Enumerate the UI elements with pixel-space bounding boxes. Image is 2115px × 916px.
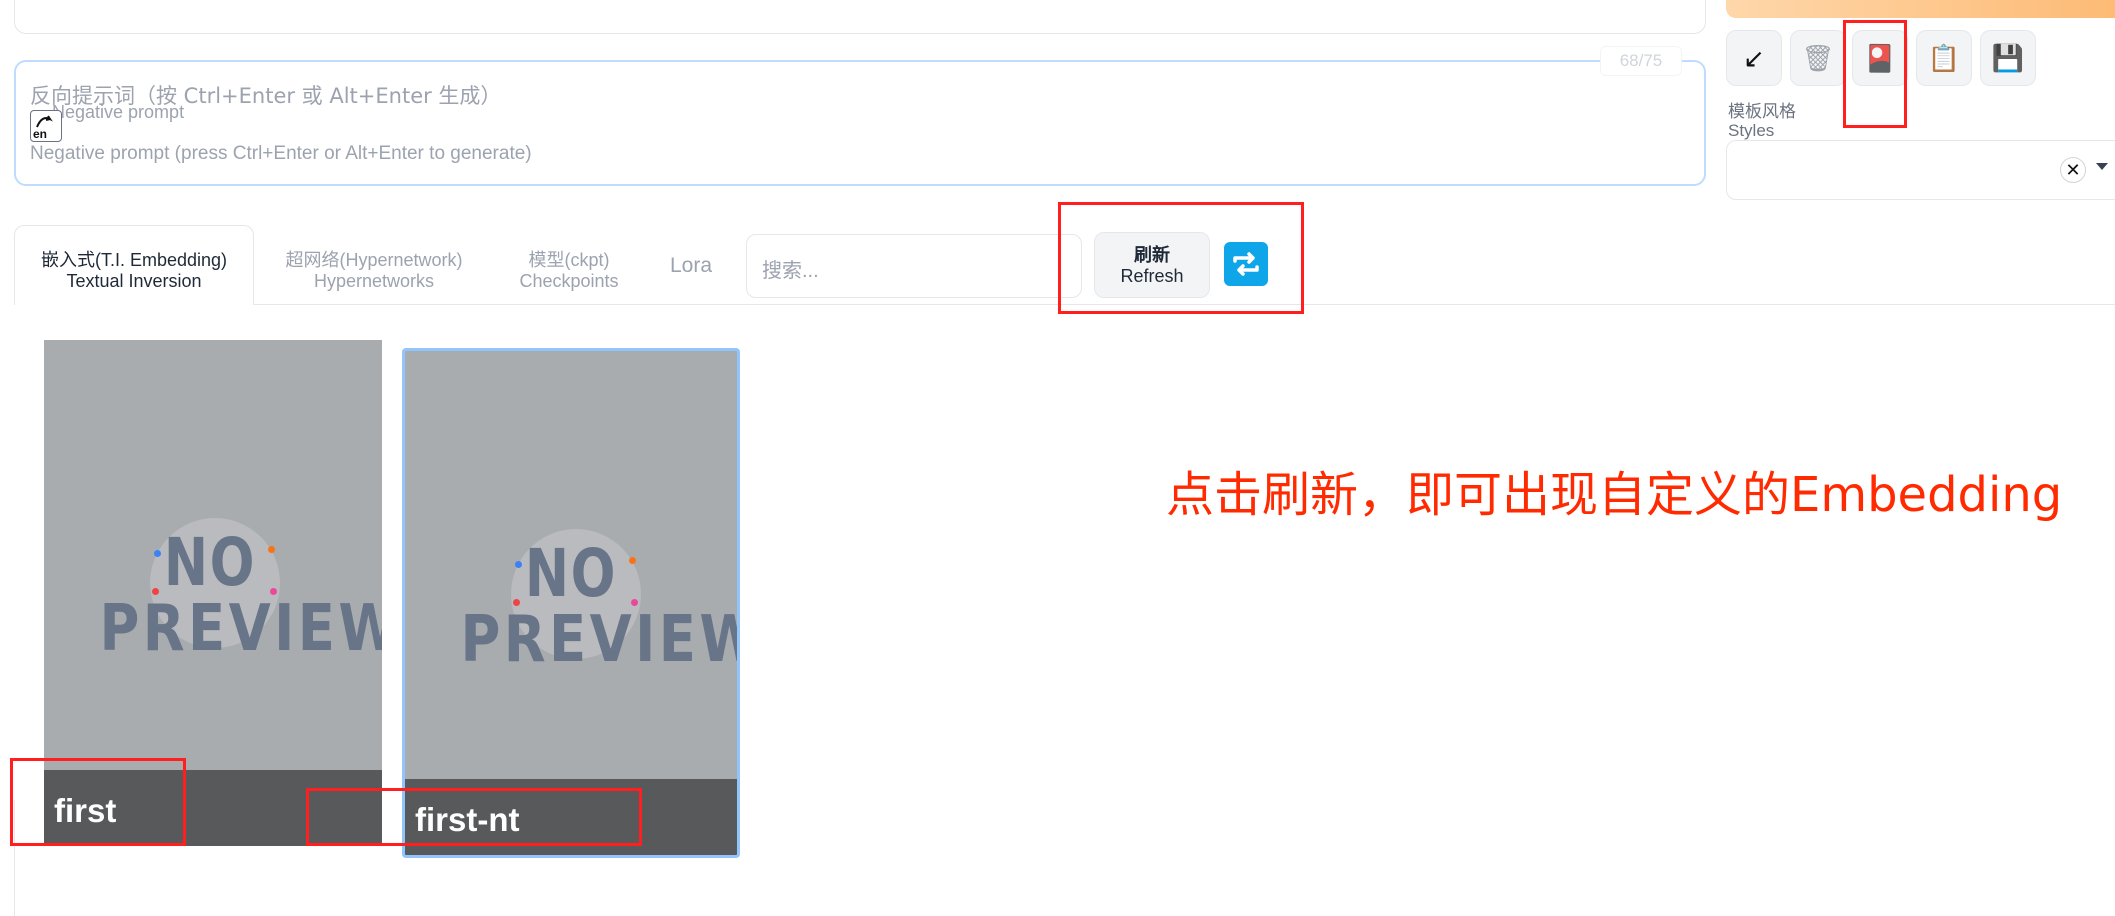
- styles-dropdown[interactable]: [1726, 140, 2115, 200]
- highlight-refresh: [1058, 202, 1304, 314]
- generate-button[interactable]: [1726, 0, 2115, 18]
- tab-checkpoints[interactable]: 模型(ckpt) Checkpoints: [506, 250, 632, 292]
- apply-style-button[interactable]: 📋: [1916, 30, 1972, 86]
- embedding-card-first-nt[interactable]: NO PREVIEW first-nt: [402, 348, 740, 858]
- styles-label: 模板风格 Styles: [1728, 102, 1796, 140]
- positive-prompt-box[interactable]: [14, 0, 1706, 34]
- no-preview-image: NO PREVIEW: [80, 508, 382, 668]
- save-icon: 💾: [1991, 42, 2025, 73]
- clear-prompt-button[interactable]: 🗑: [1790, 30, 1846, 86]
- negative-prompt-sublabel: Negative prompt: [52, 102, 185, 122]
- clipboard-icon: 📋: [1927, 42, 1961, 73]
- search-placeholder: 搜索...: [762, 260, 819, 282]
- tab-lora[interactable]: Lora: [670, 254, 712, 278]
- tab-hypernetworks[interactable]: 超网络(Hypernetwork) Hypernetworks: [272, 250, 476, 292]
- negative-prompt-placeholder: Negative prompt (press Ctrl+Enter or Alt…: [30, 143, 532, 164]
- highlight-card-first: [10, 758, 186, 846]
- clear-icon[interactable]: ✕: [2060, 157, 2086, 183]
- translate-icon[interactable]: en: [30, 110, 62, 142]
- token-counter: 68/75: [1600, 46, 1682, 76]
- highlight-extra-networks: [1843, 20, 1907, 128]
- negative-prompt-input[interactable]: [14, 60, 1706, 186]
- tab-textual-inversion-label: 嵌入式(T.I. Embedding) Textual Inversion: [40, 250, 228, 291]
- chevron-down-icon[interactable]: [2096, 163, 2108, 170]
- trash-icon: 🗑: [1801, 42, 1835, 73]
- paste-params-button[interactable]: ↙: [1726, 30, 1782, 86]
- no-preview-image: NO PREVIEW: [441, 519, 737, 679]
- highlight-card-first-nt: [306, 788, 642, 846]
- arrow-down-left-icon: ↙: [1743, 42, 1765, 73]
- annotation-text: 点击刷新，即可出现自定义的Embedding: [1166, 467, 2063, 523]
- save-style-button[interactable]: 💾: [1980, 30, 2036, 86]
